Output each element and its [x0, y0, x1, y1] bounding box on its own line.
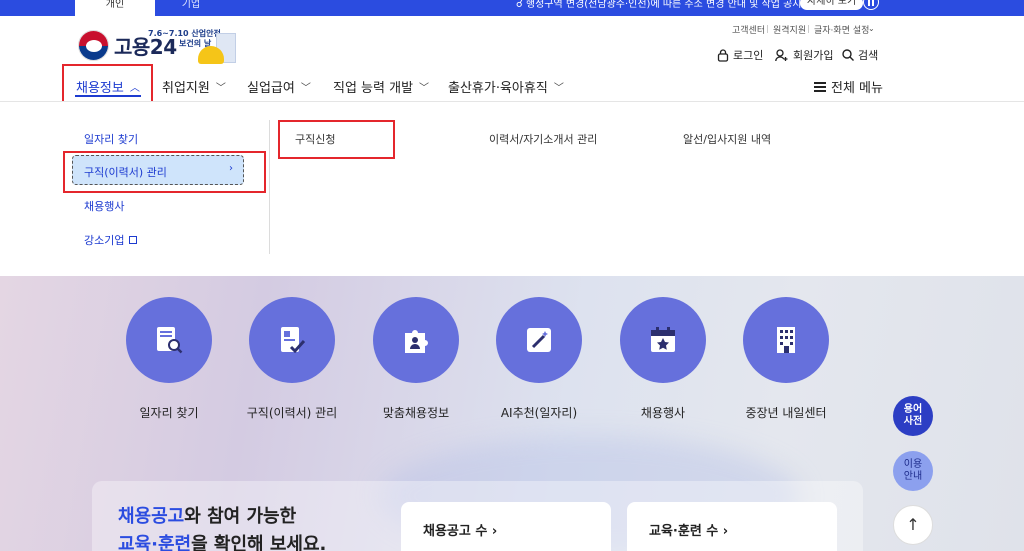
notice-detail-button[interactable]: 자세히 보기	[800, 0, 864, 10]
util-remote-support[interactable]: 원격지원	[773, 23, 806, 36]
title-text-1: 와 참여 가능한	[184, 506, 297, 527]
tab-business[interactable]: 기업	[155, 0, 227, 16]
puzzle-person-icon	[405, 330, 428, 353]
resume-check-icon	[281, 327, 306, 354]
quick-job-fair[interactable]	[620, 297, 706, 383]
quick-custom-recruitment[interactable]	[373, 297, 459, 383]
nav-label: 실업급여	[247, 81, 295, 96]
arrow-up-icon: ↑	[906, 515, 920, 534]
chevron-down-icon: ﹀	[300, 83, 311, 94]
training-count-card[interactable]: 교육·훈련 수 ›	[627, 502, 837, 551]
notice-text[interactable]: ☌ 행정구역 변경(전남광주·인천)에 따른 주소 변경 안내 및 작업 공지	[516, 0, 802, 10]
submenu-job-search[interactable]: 일자리 찾기	[84, 131, 138, 147]
quick-job-search[interactable]	[126, 297, 212, 383]
submenu-divider	[269, 120, 270, 254]
quick-label-resume-management: 구직(이력서) 관리	[246, 406, 338, 420]
quick-label-midlife-center: 중장년 내일센터	[745, 406, 827, 420]
submenu-job-fair[interactable]: 채용행사	[84, 198, 124, 214]
login-link[interactable]: 로그인	[717, 47, 763, 63]
magic-wand-icon	[527, 328, 551, 352]
government-emblem-icon	[78, 30, 109, 61]
nav-label: 출산휴가·육아휴직	[448, 81, 548, 96]
nav-unemployment-benefit[interactable]: 실업급여 ﹀	[247, 77, 311, 96]
util-customer-center[interactable]: 고객센터	[732, 23, 765, 36]
job-postings-card-label: 채용공고 수 ›	[423, 524, 498, 539]
nav-highlight-box	[62, 64, 153, 104]
all-menu-button[interactable]: 전체 메뉴	[814, 77, 883, 96]
external-link-icon	[129, 236, 138, 244]
submenu-strong-companies-label: 강소기업	[84, 234, 125, 247]
document-search-icon	[157, 327, 183, 354]
chevron-down-icon: ﹀	[419, 83, 430, 94]
add-user-icon	[775, 48, 788, 61]
title-highlight-training: 교육·훈련	[118, 534, 192, 551]
quick-label-job-search: 일자리 찾기	[139, 406, 199, 420]
top-bar: 개인 기업 ☌ 행정구역 변경(전남광주·인천)에 따른 주소 변경 안내 및 …	[0, 0, 1024, 16]
lock-icon	[717, 48, 729, 62]
submenu-right-highlight-box	[278, 120, 395, 159]
submenu-highlight-box	[63, 151, 266, 193]
chevron-down-icon[interactable]: ⌄	[868, 24, 875, 33]
quick-midlife-center[interactable]	[743, 297, 829, 383]
chevron-down-icon: ﹀	[215, 83, 226, 94]
util-display-settings[interactable]: 글자·화면 설정	[814, 23, 869, 36]
hamburger-icon	[814, 81, 826, 92]
quick-ai-recommend[interactable]	[496, 297, 582, 383]
submenu-placement-history[interactable]: 알선/입사지원 내역	[683, 131, 771, 147]
all-menu-label: 전체 메뉴	[831, 81, 883, 96]
nav-label: 취업지원	[162, 81, 210, 96]
quick-label-ai-recommend: AI추천(일자리)	[500, 406, 578, 420]
nav-label: 직업 능력 개발	[333, 81, 414, 96]
chevron-down-icon: ﹀	[553, 83, 564, 94]
nav-maternity-parental-leave[interactable]: 출산휴가·육아휴직 ﹀	[448, 77, 564, 96]
building-icon	[777, 327, 795, 353]
quick-label-job-fair: 채용행사	[640, 406, 686, 420]
campaign-banner[interactable]: 7.6~7.10 산업안전 보건의 날	[148, 28, 240, 66]
calendar-star-icon	[651, 327, 675, 352]
quick-label-custom-recruitment: 맞춤채용정보	[382, 406, 450, 420]
nav-skill-development[interactable]: 직업 능력 개발 ﹀	[333, 77, 429, 96]
training-count-card-label: 교육·훈련 수 ›	[649, 524, 729, 539]
search-icon	[842, 49, 854, 61]
signup-link[interactable]: 회원가입	[775, 47, 833, 63]
login-label: 로그인	[733, 49, 764, 62]
stats-panel-title: 채용공고와 참여 가능한 교육·훈련을 확인해 보세요.	[118, 503, 326, 551]
pause-icon[interactable]	[863, 0, 879, 10]
quick-resume-management[interactable]	[249, 297, 335, 383]
scroll-top-button[interactable]: ↑	[893, 505, 933, 545]
title-text-2: 을 확인해 보세요.	[191, 534, 327, 551]
glossary-button[interactable]: 용어 사전	[893, 396, 933, 436]
signup-label: 회원가입	[793, 49, 834, 62]
title-highlight-recruitment: 채용공고	[118, 506, 185, 527]
submenu-strong-companies[interactable]: 강소기업	[84, 232, 138, 248]
nav-employment-support[interactable]: 취업지원 ﹀	[162, 77, 226, 96]
submenu-resume-cover-letter[interactable]: 이력서/자기소개서 관리	[489, 131, 597, 147]
job-postings-card[interactable]: 채용공고 수 ›	[401, 502, 611, 551]
search-button[interactable]: 검색	[842, 47, 878, 63]
usage-guide-button[interactable]: 이용 안내	[893, 451, 933, 491]
tab-personal[interactable]: 개인	[75, 0, 155, 16]
search-label: 검색	[858, 49, 879, 62]
